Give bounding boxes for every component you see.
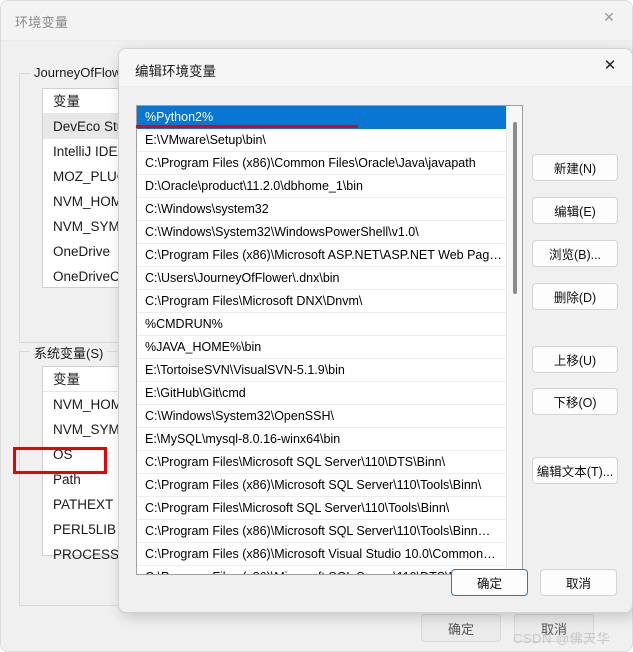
edit-button[interactable]: 编辑(E) — [532, 197, 618, 224]
table-row[interactable]: E:\GitHub\Git\cmd — [137, 382, 507, 405]
table-row[interactable]: %CMDRUN% — [137, 313, 507, 336]
edit-text-button[interactable]: 编辑文本(T)... — [532, 457, 618, 484]
table-row[interactable]: D:\Oracle\product\11.2.0\dbhome_1\bin — [137, 175, 507, 198]
edit-dialog-titlebar: 编辑环境变量 ✕ — [119, 49, 632, 87]
edit-environment-variable-dialog: 编辑环境变量 ✕ %Python2% E:\VMware\Setup\bin\ … — [118, 48, 633, 613]
system-variables-group-label: 系统变量(S) — [30, 343, 108, 362]
table-row[interactable]: C:\Windows\System32\WindowsPowerShell\v1… — [137, 221, 507, 244]
table-row[interactable]: C:\Windows\System32\OpenSSH\ — [137, 405, 507, 428]
edit-dialog-title: 编辑环境变量 — [135, 64, 216, 79]
table-row[interactable]: C:\Program Files\Microsoft SQL Server\11… — [137, 497, 507, 520]
path-list-scrollbar-thumb[interactable] — [513, 122, 517, 294]
new-button[interactable]: 新建(N) — [532, 154, 618, 181]
close-icon[interactable]: ✕ — [588, 49, 632, 81]
table-row[interactable]: E:\TortoiseSVN\VisualSVN-5.1.9\bin — [137, 359, 507, 382]
table-row[interactable]: C:\Program Files\Microsoft DNX\Dnvm\ — [137, 290, 507, 313]
table-row[interactable]: C:\Users\JourneyOfFlower\.dnx\bin — [137, 267, 507, 290]
table-row[interactable]: C:\Program Files (x86)\Microsoft SQL Ser… — [137, 520, 507, 543]
table-row[interactable]: C:\Program Files (x86)\Microsoft SQL Ser… — [137, 474, 507, 497]
table-row[interactable]: C:\Program Files (x86)\Microsoft Visual … — [137, 543, 507, 566]
watermark: CSDN @佛天华 — [513, 631, 611, 646]
table-row[interactable]: E:\VMware\Setup\bin\ — [137, 129, 507, 152]
edit-dialog-ok-button[interactable]: 确定 — [451, 569, 528, 596]
table-row[interactable]: C:\Windows\system32 — [137, 198, 507, 221]
table-row[interactable]: C:\Program Files (x86)\Microsoft ASP.NET… — [137, 244, 507, 267]
move-down-button[interactable]: 下移(O) — [532, 388, 618, 415]
path-entries-rows: %Python2% E:\VMware\Setup\bin\ C:\Progra… — [137, 106, 507, 574]
delete-button[interactable]: 删除(D) — [532, 283, 618, 310]
table-row[interactable]: %JAVA_HOME%\bin — [137, 336, 507, 359]
table-row[interactable]: C:\Program Files\Microsoft SQL Server\11… — [137, 451, 507, 474]
screen-root: 环境变量 ✕ JourneyOfFlower 变量 DevEco Studio … — [0, 0, 633, 652]
table-row[interactable]: %Python2% — [137, 106, 507, 129]
path-entries-list[interactable]: %Python2% E:\VMware\Setup\bin\ C:\Progra… — [136, 105, 523, 575]
background-window-title: 环境变量 — [15, 15, 69, 30]
background-ok-button[interactable]: 确定 — [421, 614, 501, 642]
close-icon[interactable]: ✕ — [586, 1, 632, 33]
move-up-button[interactable]: 上移(U) — [532, 346, 618, 373]
edit-dialog-cancel-button[interactable]: 取消 — [540, 569, 617, 596]
browse-button[interactable]: 浏览(B)... — [532, 240, 618, 267]
path-list-scrollbar[interactable] — [506, 106, 522, 574]
table-row[interactable]: E:\MySQL\mysql-8.0.16-winx64\bin — [137, 428, 507, 451]
background-window-titlebar: 环境变量 ✕ — [1, 1, 632, 41]
table-row[interactable]: C:\Program Files (x86)\Common Files\Orac… — [137, 152, 507, 175]
